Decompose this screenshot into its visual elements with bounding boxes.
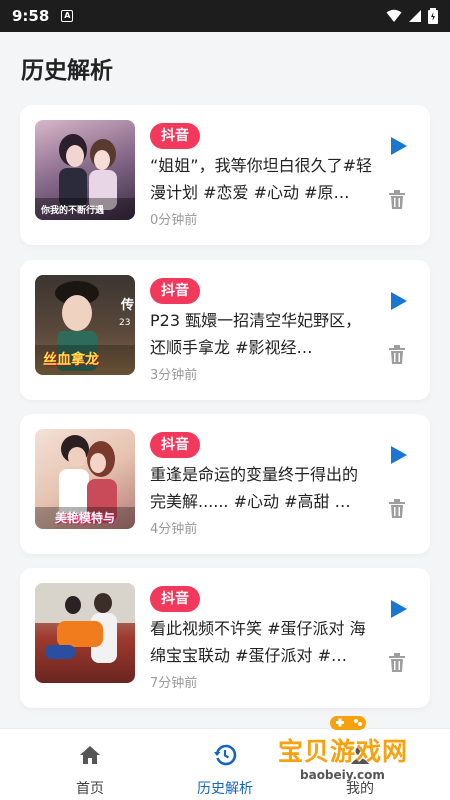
signal-icon <box>409 10 421 22</box>
play-icon[interactable] <box>388 598 410 620</box>
play-icon[interactable] <box>388 290 410 312</box>
thumbnail-caption: 你我的不断行遇 <box>41 206 105 216</box>
source-badge: 抖音 <box>150 432 200 458</box>
history-card[interactable]: 你我的不断行遇 抖音 “姐姐”，我等你坦白很久了#轻漫计划 #恋爱 #心动 #原… <box>20 105 430 245</box>
gamepad-icon <box>330 716 366 730</box>
watermark: 宝贝游戏网 baobeiy.com <box>278 710 428 795</box>
wifi-icon <box>386 9 402 22</box>
source-badge: 抖音 <box>150 586 200 612</box>
video-thumbnail[interactable]: 你我的不断行遇 <box>35 120 135 220</box>
watermark-text: 宝贝游戏网 <box>278 737 409 766</box>
trash-icon[interactable] <box>388 653 406 673</box>
video-thumbnail[interactable]: 传 23 丝血拿龙 <box>35 275 135 375</box>
play-icon[interactable] <box>388 135 410 157</box>
timestamp: 0分钟前 <box>150 213 198 228</box>
thumbnail-caption: 美艳模特与 <box>55 511 116 525</box>
tab-home-label: 首页 <box>76 781 104 797</box>
timestamp: 7分钟前 <box>150 676 198 691</box>
status-bar: 9:58 A <box>0 0 450 32</box>
thumbnail-illustration <box>35 583 135 663</box>
trash-icon[interactable] <box>388 190 406 210</box>
video-title: “姐姐”，我等你坦白很久了#轻漫计划 #恋爱 #心动 #原… <box>150 156 372 202</box>
history-card[interactable]: 美艳模特与 抖音 重逢是命运的变量终于得出的完美解...... #心动 #高甜 … <box>20 414 430 554</box>
timestamp: 3分钟前 <box>150 368 198 383</box>
history-card[interactable]: 抖音 看此视频不许笑 #蛋仔派对 海绵宝宝联动 #蛋仔派对 #… 7分钟前 <box>20 568 430 708</box>
battery-icon <box>428 8 438 24</box>
video-thumbnail[interactable] <box>35 583 135 683</box>
notification-icon: A <box>61 10 74 22</box>
timestamp: 4分钟前 <box>150 522 198 537</box>
history-card[interactable]: 传 23 丝血拿龙 抖音 P23 甄嬛一招清空华妃野区，还顺手拿龙 #影视经… … <box>20 260 430 400</box>
video-title: P23 甄嬛一招清空华妃野区，还顺手拿龙 #影视经… <box>150 311 362 357</box>
trash-icon[interactable] <box>388 345 406 365</box>
home-icon <box>80 746 100 764</box>
svg-text:23: 23 <box>119 318 130 328</box>
thumbnail-caption: 丝血拿龙 <box>43 352 99 368</box>
play-icon[interactable] <box>388 444 410 466</box>
video-thumbnail[interactable]: 美艳模特与 <box>35 429 135 529</box>
history-icon <box>214 744 237 766</box>
page-title: 历史解析 <box>21 58 113 84</box>
tab-home[interactable]: 首页 <box>15 729 165 800</box>
video-title: 重逢是命运的变量终于得出的完美解...... #心动 #高甜 … <box>150 465 359 511</box>
source-badge: 抖音 <box>150 278 200 304</box>
trash-icon[interactable] <box>388 499 406 519</box>
svg-text:传: 传 <box>120 297 134 313</box>
watermark-url: baobeiy.com <box>300 768 385 782</box>
video-title: 看此视频不许笑 #蛋仔派对 海绵宝宝联动 #蛋仔派对 #… <box>150 619 366 665</box>
source-badge: 抖音 <box>150 123 200 149</box>
status-time: 9:58 <box>12 7 50 25</box>
